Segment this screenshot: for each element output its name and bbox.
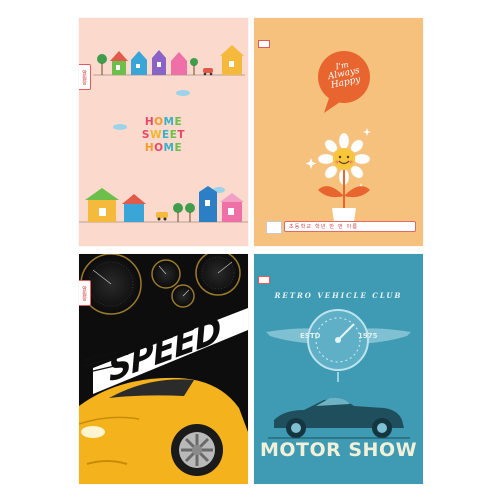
name-field[interactable]: 초등학교 학년 반 번 이름 — [284, 221, 416, 232]
title-letter: M — [163, 142, 175, 154]
happy-flower-illustration — [305, 128, 371, 228]
title-letter: E — [174, 142, 183, 154]
cover-speed[interactable]: 알림장 SPEED — [79, 254, 248, 484]
title-letter: W — [149, 129, 163, 141]
spine-label-small — [258, 276, 270, 284]
cover-home-sweet-home[interactable]: 알림장 HOME SWEET HOME — [79, 18, 248, 246]
title-letter: S — [141, 129, 150, 141]
title-letter: O — [154, 116, 164, 128]
title-letter: M — [163, 116, 175, 128]
title-line-2: SWEET — [79, 129, 248, 142]
title-line-3: HOME — [79, 142, 248, 155]
motor-show-title: MOTOR SHOW — [259, 439, 418, 461]
retro-car-illustration — [268, 397, 410, 439]
title-line-1: HOME — [79, 116, 248, 129]
title-letter: E — [169, 129, 178, 141]
cover-motor-show[interactable]: RETRO VEHICLE CLUB ESTD 1975 MOTOR SHOW — [254, 254, 423, 484]
year-label: 1975 — [358, 332, 378, 340]
name-field-label: 초등학교 학년 반 번 이름 — [289, 224, 359, 230]
home-sweet-home-title: HOME SWEET HOME — [79, 116, 248, 155]
title-letter: H — [144, 142, 155, 154]
brand-logo — [266, 221, 282, 234]
houses-bottom-illustration — [79, 186, 248, 223]
title-letter: E — [174, 116, 183, 128]
estd-label: ESTD — [300, 332, 321, 340]
title-letter: H — [144, 116, 155, 128]
title-letter: O — [154, 142, 164, 154]
cover-always-happy[interactable]: I'm Always Happy 초등학교 학년 반 번 이름 — [254, 18, 423, 246]
yellow-sports-car — [79, 377, 248, 484]
notebook-cover-grid: 알림장 HOME SWEET HOME I'm Always Happy 초등학… — [0, 0, 500, 500]
title-letter: E — [162, 129, 170, 141]
title-letter: T — [177, 129, 186, 141]
